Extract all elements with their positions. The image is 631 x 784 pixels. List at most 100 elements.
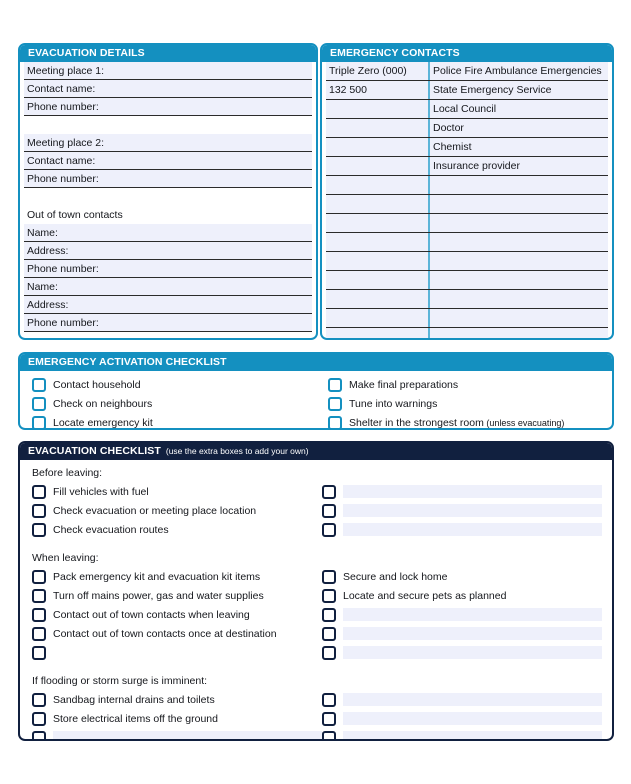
checkbox-icon[interactable] — [32, 415, 46, 428]
contact-row[interactable]: 132 500 State Emergency Service — [326, 81, 608, 100]
checkbox-icon[interactable] — [328, 377, 342, 392]
write-in-line[interactable] — [343, 485, 602, 498]
contact-row[interactable] — [326, 195, 608, 214]
checklist-blank-item[interactable] — [322, 520, 602, 539]
checklist-blank-item[interactable] — [322, 501, 602, 520]
checkbox-icon[interactable] — [328, 415, 342, 428]
contact-name-cell[interactable]: State Emergency Service — [430, 81, 608, 99]
contact-number-cell[interactable] — [326, 309, 430, 327]
contact-name-cell[interactable] — [430, 252, 608, 270]
checklist-blank-item[interactable] — [32, 643, 322, 662]
write-in-line[interactable] — [343, 627, 602, 640]
contact-name-cell[interactable] — [430, 176, 608, 194]
contact-number-cell[interactable] — [326, 271, 430, 289]
checkbox-icon[interactable] — [322, 645, 336, 660]
contact-number-cell[interactable] — [326, 176, 430, 194]
contact-row[interactable] — [326, 252, 608, 271]
contact-row[interactable] — [326, 328, 608, 338]
checklist-item[interactable]: Pack emergency kit and evacuation kit it… — [32, 567, 322, 586]
checkbox-icon[interactable] — [328, 396, 342, 411]
checkbox-icon[interactable] — [322, 692, 336, 707]
detail-field-row[interactable]: Contact name: — [24, 152, 312, 170]
contact-name-cell[interactable] — [430, 195, 608, 213]
detail-field-row[interactable]: Phone number: — [24, 260, 312, 278]
contact-row[interactable] — [326, 309, 608, 328]
checkbox-icon[interactable] — [322, 607, 336, 622]
checkbox-icon[interactable] — [32, 692, 46, 707]
contact-name-cell[interactable] — [430, 233, 608, 251]
checklist-blank-item[interactable] — [322, 482, 602, 501]
checkbox-icon[interactable] — [322, 484, 336, 499]
contact-number-cell[interactable] — [326, 138, 430, 156]
write-in-line[interactable] — [343, 712, 602, 725]
detail-field-row[interactable]: Name: — [24, 224, 312, 242]
checklist-item[interactable]: Check evacuation or meeting place locati… — [32, 501, 322, 520]
checklist-item[interactable]: Locate emergency kit — [32, 413, 328, 428]
checkbox-icon[interactable] — [32, 607, 46, 622]
checklist-item[interactable]: Fill vehicles with fuel — [32, 482, 322, 501]
checklist-item[interactable]: Store electrical items off the ground — [32, 709, 322, 728]
detail-field-row[interactable]: Phone number: — [24, 98, 312, 116]
contact-name-cell[interactable]: Doctor — [430, 119, 608, 137]
checklist-blank-item[interactable] — [322, 605, 602, 624]
checklist-item[interactable]: Contact household — [32, 375, 328, 394]
contact-name-cell[interactable] — [430, 309, 608, 327]
detail-field-row[interactable]: Address: — [24, 242, 312, 260]
checklist-blank-item[interactable] — [322, 709, 602, 728]
contact-name-cell[interactable] — [430, 271, 608, 289]
write-in-line[interactable] — [343, 523, 602, 536]
contact-row[interactable] — [326, 271, 608, 290]
checkbox-icon[interactable] — [32, 569, 46, 584]
write-in-line[interactable] — [343, 731, 602, 739]
contact-number-cell[interactable] — [326, 119, 430, 137]
contact-number-cell[interactable] — [326, 233, 430, 251]
detail-field-row[interactable]: Meeting place 1: — [24, 62, 312, 80]
contact-row[interactable] — [326, 214, 608, 233]
contact-row[interactable] — [326, 176, 608, 195]
contact-row[interactable]: Local Council — [326, 100, 608, 119]
checklist-item[interactable]: Locate and secure pets as planned — [322, 586, 602, 605]
write-in-line[interactable] — [343, 693, 602, 706]
checkbox-icon[interactable] — [322, 730, 336, 739]
contact-name-cell[interactable]: Insurance provider — [430, 157, 608, 175]
checklist-blank-item[interactable] — [322, 690, 602, 709]
contact-name-cell[interactable]: Police Fire Ambulance Emergencies — [430, 62, 608, 80]
detail-field-row[interactable]: Meeting place 2: — [24, 134, 312, 152]
checklist-blank-item[interactable] — [32, 728, 322, 739]
checkbox-icon[interactable] — [32, 730, 46, 739]
contact-number-cell[interactable] — [326, 252, 430, 270]
checkbox-icon[interactable] — [32, 503, 46, 518]
checklist-item[interactable]: Shelter in the strongest room (unless ev… — [328, 413, 604, 428]
checklist-item[interactable]: Tune into warnings — [328, 394, 604, 413]
contact-row[interactable]: Triple Zero (000) Police Fire Ambulance E… — [326, 62, 608, 81]
contact-number-cell[interactable] — [326, 195, 430, 213]
checkbox-icon[interactable] — [322, 626, 336, 641]
checklist-item[interactable]: Contact out of town contacts when leavin… — [32, 605, 322, 624]
contact-name-cell[interactable] — [430, 290, 608, 308]
contact-row[interactable]: Chemist — [326, 138, 608, 157]
write-in-line[interactable] — [343, 608, 602, 621]
checkbox-icon[interactable] — [322, 711, 336, 726]
detail-field-row[interactable]: Contact name: — [24, 80, 312, 98]
write-in-line[interactable] — [343, 504, 602, 517]
checklist-item[interactable]: Secure and lock home — [322, 567, 602, 586]
checklist-item[interactable]: Check on neighbours — [32, 394, 328, 413]
write-in-line[interactable] — [343, 646, 602, 659]
checklist-blank-item[interactable] — [322, 643, 602, 662]
checklist-blank-item[interactable] — [322, 728, 602, 739]
contact-row[interactable] — [326, 233, 608, 252]
contact-name-cell[interactable] — [430, 328, 608, 338]
contact-number-cell[interactable] — [326, 328, 430, 338]
checkbox-icon[interactable] — [32, 396, 46, 411]
checklist-item[interactable]: Check evacuation routes — [32, 520, 322, 539]
checkbox-icon[interactable] — [32, 588, 46, 603]
checklist-item[interactable]: Make final preparations — [328, 375, 604, 394]
contact-number-cell[interactable]: 132 500 — [326, 81, 430, 99]
contact-number-cell[interactable] — [326, 100, 430, 118]
contact-row[interactable]: Insurance provider — [326, 157, 608, 176]
checklist-item[interactable]: Turn off mains power, gas and water supp… — [32, 586, 322, 605]
checkbox-icon[interactable] — [322, 588, 336, 603]
checkbox-icon[interactable] — [32, 711, 46, 726]
detail-field-row[interactable]: Name: — [24, 278, 312, 296]
contact-name-cell[interactable] — [430, 214, 608, 232]
